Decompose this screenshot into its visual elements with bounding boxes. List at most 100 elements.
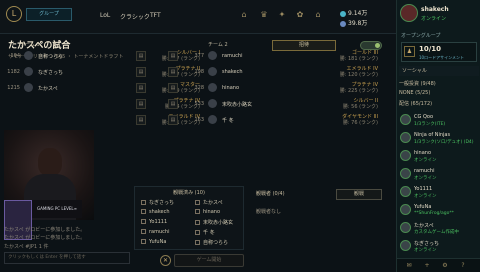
checkbox[interactable] <box>141 239 146 244</box>
checkbox[interactable] <box>195 200 200 205</box>
group-box[interactable]: ♟ 10/10 10ロードアサインメント <box>401 42 477 62</box>
spectator-item[interactable]: 末吹赤小路玄 <box>195 219 233 226</box>
team1-player-row[interactable]: 104 自称つらら ▤ シルバー I 勝: 177 (ランク) <box>4 50 200 62</box>
player-rank: エメラルド IV 勝: 120 (ランク) <box>296 66 378 78</box>
friend-category[interactable]: 一般投資 (9/48) <box>399 80 436 87</box>
position-icon[interactable]: ▤ <box>168 83 178 93</box>
chat-icon[interactable]: ✉ <box>405 262 413 270</box>
team2-player-row[interactable]: ▤ 328 hinano プラチナ IV 勝: 225 (ランク) <box>168 82 378 94</box>
friend-row[interactable]: たかスペ カスタムゲーム作成中 <box>399 220 479 238</box>
position-icon[interactable]: ▤ <box>136 115 146 125</box>
avatar <box>208 115 217 124</box>
team2-player-row[interactable]: ▤ 377 ramuchi ゴールド III 勝: 181 (ランク) <box>168 50 378 62</box>
team2-player-row[interactable]: ▤ 198 shakech エメラルド IV 勝: 120 (ランク) <box>168 66 378 78</box>
rp-value: 9.14万 <box>348 10 368 17</box>
player-rank: ゴールド III 勝: 181 (ランク) <box>296 50 378 62</box>
spectator-item[interactable]: Yo1111 <box>141 219 167 225</box>
player-name: 末吹赤小路玄 <box>222 102 253 108</box>
friend-row[interactable]: CG Qoo 1/3ランク(ITE) <box>399 112 479 130</box>
checkbox[interactable] <box>141 200 146 205</box>
chat-input[interactable]: クリックもしくは Enter を押して話す <box>4 252 130 264</box>
spectator-item[interactable]: たかスペ <box>195 199 223 206</box>
team2-label: チーム 2 <box>208 42 228 48</box>
sidebar-footer: ✉ + ⚙ ? <box>397 258 480 272</box>
spectator-item[interactable]: 千 冬 <box>195 229 215 236</box>
settings-icon[interactable]: ⚙ <box>441 262 449 270</box>
nav-tft[interactable]: TFT <box>150 12 161 19</box>
player-name: 千 冬 <box>222 118 234 124</box>
checkbox[interactable] <box>195 220 200 225</box>
my-summoner-name: shakech <box>421 6 449 13</box>
spectator-item[interactable]: ramuchi <box>141 229 169 235</box>
position-icon[interactable]: ▤ <box>136 99 146 109</box>
position-icon[interactable]: ▤ <box>136 83 146 93</box>
friend-row[interactable]: Yo1111 オンライン <box>399 184 479 202</box>
friend-row[interactable]: Ninja of Ninjas 1/3ランク(ソロ/デュオ) (D4) <box>399 130 479 148</box>
nav-classic[interactable]: クラシック <box>120 12 150 21</box>
nav-lol[interactable]: LoL <box>100 12 110 19</box>
spectator-name: 千 冬 <box>203 230 215 236</box>
store-icon[interactable]: ⌂ <box>312 9 324 21</box>
profile-icon[interactable]: ♛ <box>258 9 270 21</box>
spectator-item[interactable]: 自称つらら <box>195 239 228 246</box>
group-icon: ♟ <box>404 46 415 57</box>
close-lobby-icon[interactable]: ✕ <box>160 255 171 266</box>
spectate-button[interactable]: 観戦 <box>336 189 382 200</box>
top-nav-bar: L グループ LoL クラシック TFT ⌂ ♛ ✦ ✿ ⌂ 9.14万 39.… <box>0 0 396 34</box>
team1-player-row[interactable]: 1182 なぎさっち ▤ プラチナ II 勝: 287 (ランク) <box>4 66 200 78</box>
checkbox[interactable] <box>195 240 200 245</box>
rank-wins: 勝: 181 (ランク) <box>339 56 378 62</box>
friend-name: hinano <box>414 150 432 156</box>
friend-row[interactable]: hinano オンライン <box>399 148 479 166</box>
team1-player-row[interactable]: 1215 たかスペ ▤ マスター 勝: 279 (ランク) <box>4 82 200 94</box>
position-icon[interactable]: ▤ <box>168 99 178 109</box>
open-group-label: オープングループ <box>401 33 441 39</box>
team2-player-row[interactable]: ▤ 533 末吹赤小路玄 シルバー II 勝: 56 (ランク) <box>168 98 378 110</box>
add-friend-icon[interactable]: + <box>423 262 431 270</box>
position-icon[interactable]: ▤ <box>168 51 178 61</box>
friend-category[interactable]: 配信 (65/172) <box>399 100 432 107</box>
avatar[interactable] <box>400 4 418 22</box>
avatar <box>400 132 411 143</box>
rank-wins: 勝: 225 (ランク) <box>339 88 378 94</box>
team2-player-row[interactable]: ▤ 163 千 冬 ダイヤモンド III 勝: 76 (ランク) <box>168 114 378 126</box>
team1-player-row[interactable]: ▤ エメラルド IV 勝: 181 (ランク) <box>4 114 200 126</box>
be-balance[interactable]: 39.8万 <box>340 18 367 27</box>
position-icon[interactable]: ▤ <box>136 67 146 77</box>
checkbox[interactable] <box>195 230 200 235</box>
lobby-toggle[interactable] <box>360 41 382 50</box>
spectator-item[interactable]: YufuNa <box>141 239 166 245</box>
friend-category[interactable]: NONE (5/25) <box>399 90 430 96</box>
spectators-title: 観戦済み (10) <box>173 190 205 196</box>
checkbox[interactable] <box>195 209 200 214</box>
friend-row[interactable]: ramuchi オンライン <box>399 166 479 184</box>
team1-player-row[interactable]: ▤ プラチナ IV 勝: 84 (ランク) <box>4 98 200 110</box>
checkbox[interactable] <box>141 219 146 224</box>
friend-name: ramuchi <box>414 168 435 174</box>
sponsor-logo: GAMING PC LEVEL∞ <box>32 200 82 218</box>
collection-icon[interactable]: ✦ <box>276 9 288 21</box>
home-icon[interactable]: ⌂ <box>238 9 250 21</box>
checkbox[interactable] <box>141 209 146 214</box>
spectator-item[interactable]: hinano <box>195 209 220 215</box>
position-icon[interactable]: ▤ <box>136 51 146 61</box>
position-icon[interactable]: ▤ <box>168 67 178 77</box>
avatar <box>208 51 217 60</box>
observers-title: 観戦者 (0/4) <box>256 191 285 197</box>
spectator-item[interactable]: shakech <box>141 209 170 215</box>
avatar <box>400 204 411 215</box>
rp-balance[interactable]: 9.14万 <box>340 8 367 17</box>
my-status[interactable]: オンライン <box>421 15 446 22</box>
player-level: 533 <box>194 101 204 107</box>
position-icon[interactable]: ▤ <box>168 115 178 125</box>
start-game-button[interactable]: ゲーム開始 <box>174 254 244 267</box>
friend-row[interactable]: なぎさっち オンライン <box>399 238 479 256</box>
spectator-item[interactable]: なぎさっち <box>141 199 174 206</box>
checkbox[interactable] <box>141 229 146 234</box>
play-button[interactable]: グループ <box>26 8 72 21</box>
help-icon[interactable]: ? <box>459 262 467 270</box>
friend-row[interactable]: YufuNa **ShunFrog/ago** <box>399 202 479 220</box>
league-logo-icon[interactable]: L <box>6 6 22 22</box>
avatar <box>208 83 217 92</box>
loot-icon[interactable]: ✿ <box>294 9 306 21</box>
